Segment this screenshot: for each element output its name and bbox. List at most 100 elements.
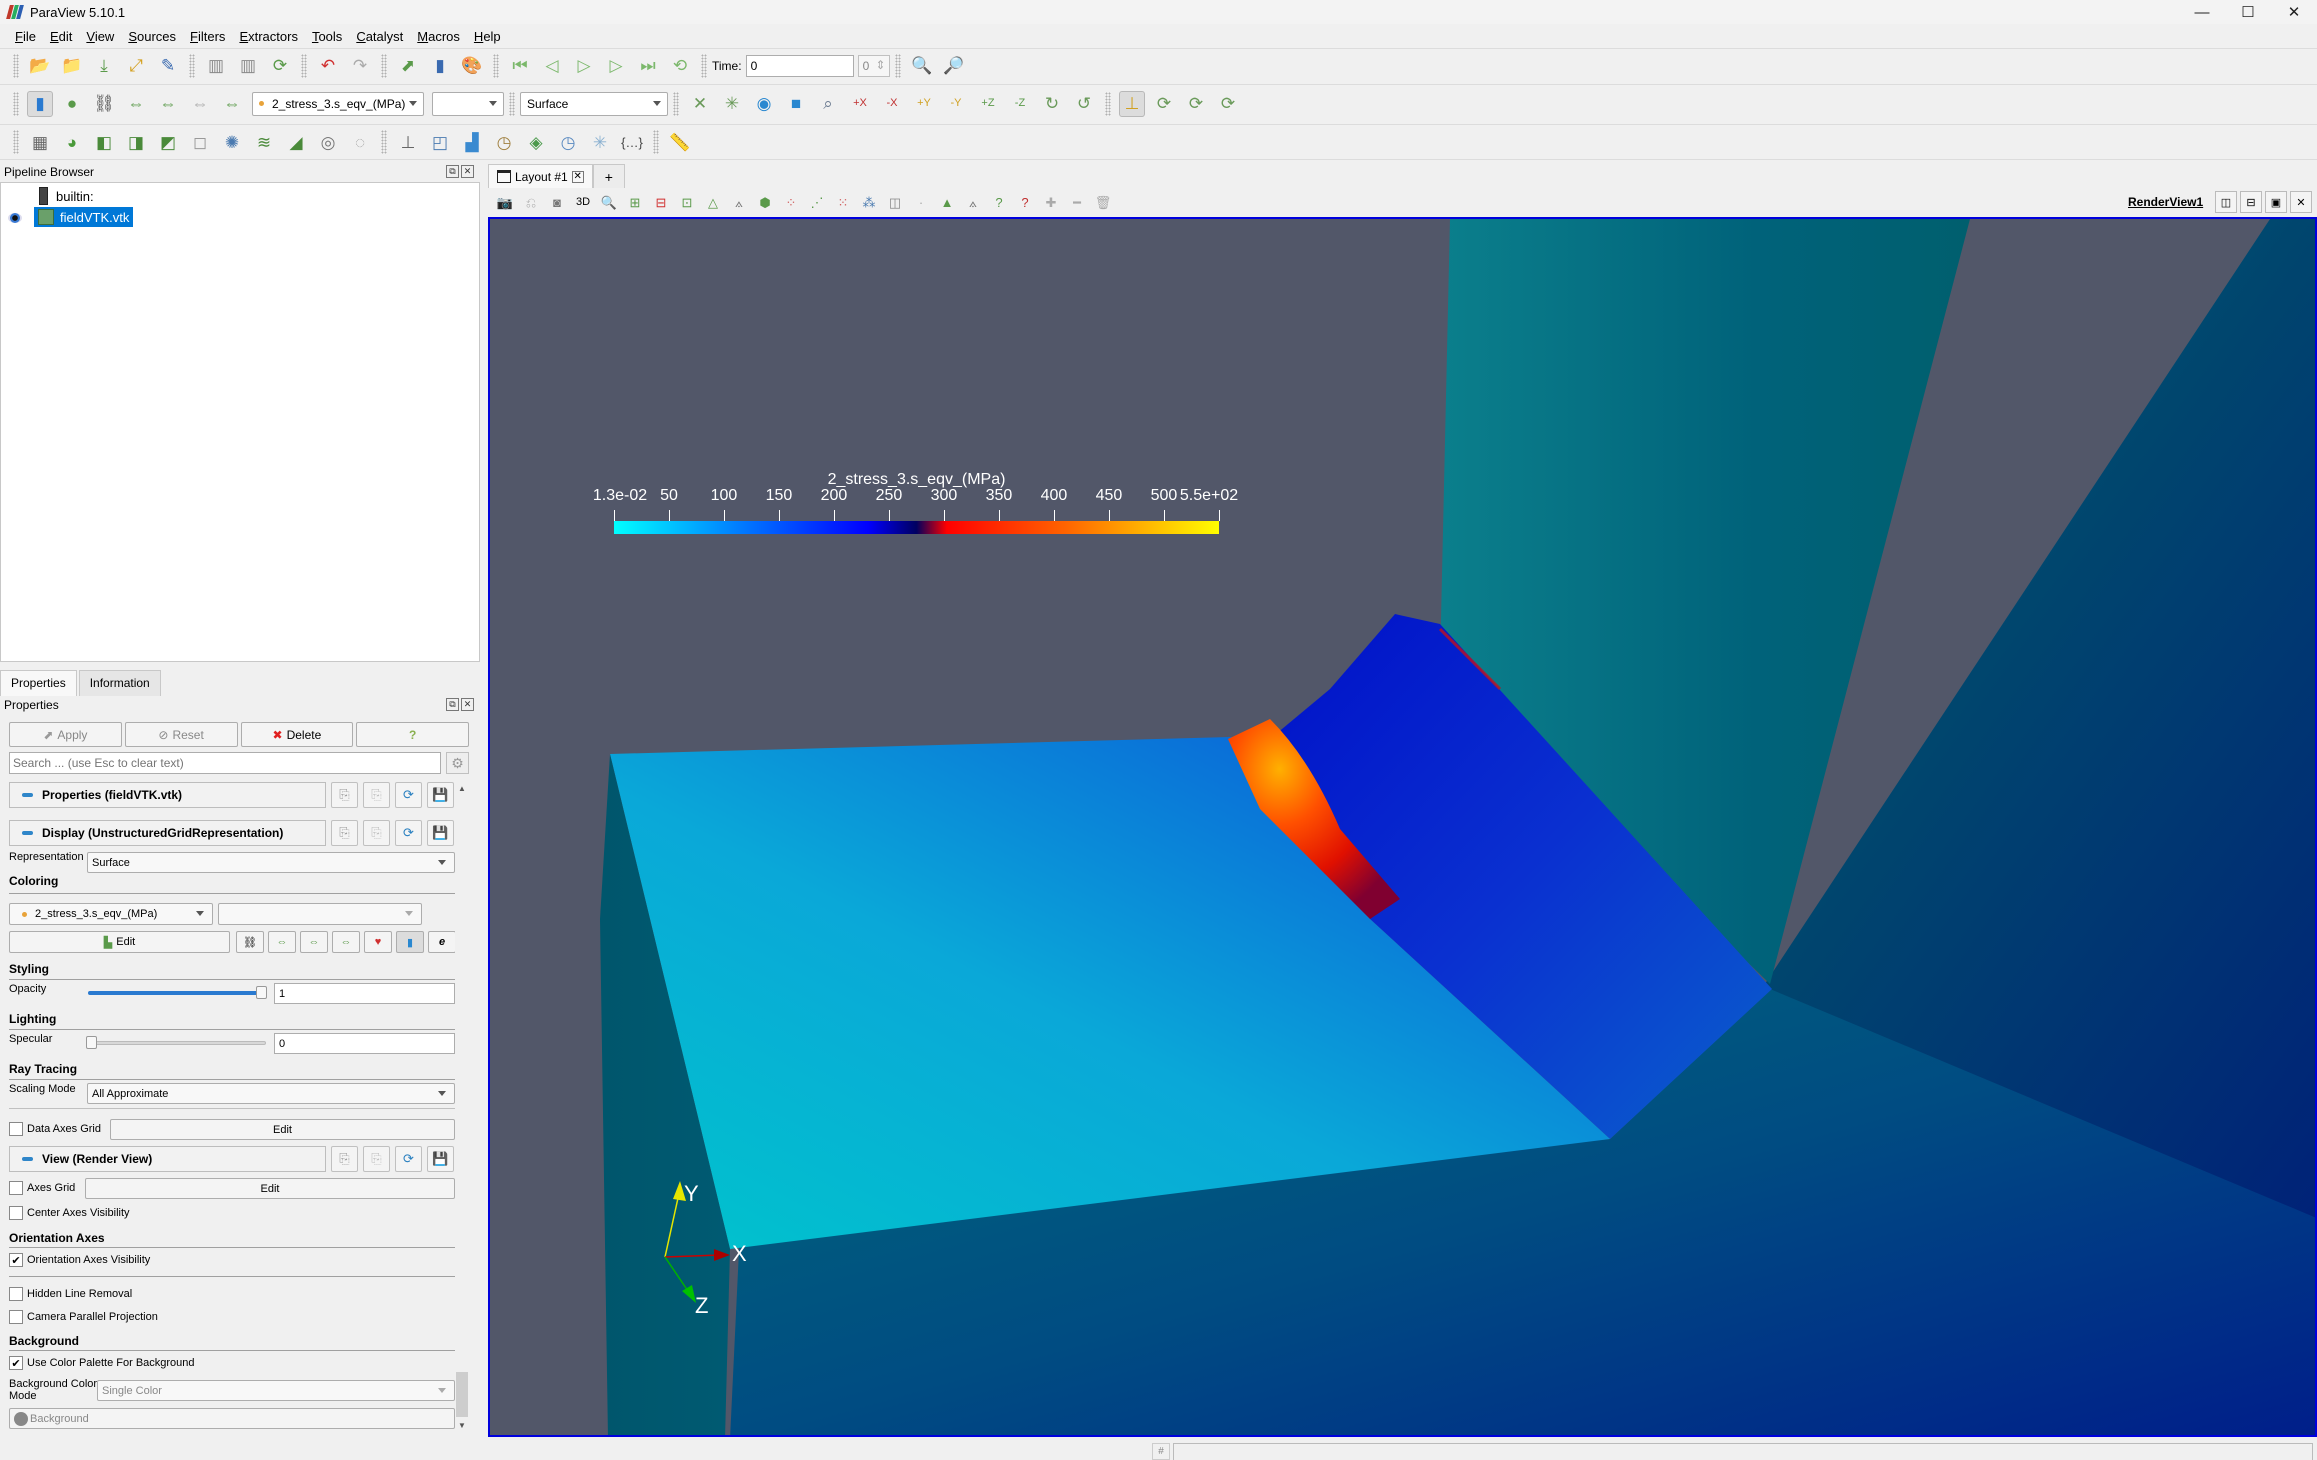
- minimize-button[interactable]: —: [2179, 0, 2225, 24]
- display-section-header[interactable]: Display (UnstructuredGridRepresentation): [9, 820, 326, 846]
- reset-camera-icon[interactable]: ✕: [687, 91, 713, 117]
- zoom-to-box-icon[interactable]: ⌕: [815, 91, 841, 117]
- menu-sources[interactable]: Sources: [121, 29, 183, 44]
- warp-by-vector-icon[interactable]: ◢: [283, 129, 309, 155]
- next-frame-icon[interactable]: ▷: [603, 53, 629, 79]
- parallel-projection-checkbox[interactable]: [9, 1310, 23, 1324]
- open-icon[interactable]: 📂: [27, 53, 53, 79]
- menu-filters[interactable]: Filters: [183, 29, 232, 44]
- split-vertical-icon[interactable]: ⊟: [2240, 191, 2262, 213]
- zoom-closest-icon[interactable]: ■: [783, 91, 809, 117]
- stream-tracer-icon[interactable]: ≋: [251, 129, 277, 155]
- deselect-icon[interactable]: ⊟: [650, 191, 672, 213]
- edit-color-map-icon[interactable]: ●: [59, 91, 85, 117]
- center-axes-checkbox[interactable]: [9, 1206, 23, 1220]
- tooltip-cells-icon[interactable]: ?: [988, 191, 1010, 213]
- view-plus-x-icon[interactable]: +X: [847, 91, 873, 117]
- rescale-custom-range-icon[interactable]: ⇔: [300, 931, 328, 953]
- split-horizontal-icon[interactable]: ◫: [2215, 191, 2237, 213]
- reset-camera-closest-icon[interactable]: ✳: [719, 91, 745, 117]
- color-legend-toggle-icon[interactable]: ▮: [396, 931, 424, 953]
- reset-button[interactable]: ⊘ Reset: [124, 722, 238, 747]
- adjust-camera-icon[interactable]: 🔍: [598, 191, 620, 213]
- data-axes-grid-checkbox[interactable]: [9, 1122, 23, 1136]
- extract-selection-icon[interactable]: ◰: [427, 129, 453, 155]
- disconnect-icon[interactable]: ▥: [235, 53, 261, 79]
- close-tab-icon[interactable]: ✕: [571, 170, 584, 183]
- view-plus-z-icon[interactable]: +Z: [975, 91, 1001, 117]
- eye-visibility-icon[interactable]: [8, 213, 22, 223]
- render-view-name[interactable]: RenderView1: [2128, 195, 2203, 209]
- save-data-icon[interactable]: ⤓: [91, 53, 117, 79]
- properties-section-header[interactable]: Properties (fieldVTK.vtk): [9, 782, 326, 808]
- opacity-slider-handle[interactable]: [256, 986, 267, 999]
- color-array-select[interactable]: 2_stress_3.s_eqv_(MPa): [252, 91, 424, 116]
- view-plus-y-icon[interactable]: +Y: [911, 91, 937, 117]
- axes-grid-checkbox[interactable]: [9, 1181, 23, 1195]
- zoom-to-data-icon[interactable]: 🔍: [909, 53, 935, 79]
- auto-apply-icon[interactable]: ⟳: [267, 53, 293, 79]
- pipeline-item-builtin[interactable]: builtin:: [39, 187, 94, 205]
- float-icon[interactable]: ⧉: [446, 698, 459, 711]
- bg-mode-dropdown[interactable]: Single Color: [97, 1380, 455, 1401]
- specular-slider-handle[interactable]: [86, 1036, 97, 1049]
- python-calculator-icon[interactable]: {…}: [619, 129, 645, 155]
- use-palette-checkbox[interactable]: ✔: [9, 1356, 23, 1370]
- help-button[interactable]: ?: [356, 722, 469, 747]
- toggle-color-legend-icon[interactable]: ▮: [27, 90, 53, 117]
- maximize-view-icon[interactable]: ▣: [2265, 191, 2287, 213]
- rescale-visible-range-icon[interactable]: ⇔: [219, 91, 245, 117]
- capture-image-icon[interactable]: ◙: [546, 191, 568, 213]
- add-selection-icon[interactable]: ✚: [1040, 191, 1062, 213]
- properties-scrollbar[interactable]: ▲ ▼: [455, 782, 469, 1432]
- interactive-select-cells-icon[interactable]: ⁙: [832, 191, 854, 213]
- representation-dropdown[interactable]: Surface: [87, 852, 455, 873]
- orientation-axes-toggle-icon[interactable]: ⊥: [1119, 90, 1145, 117]
- select-polygon-points-icon[interactable]: ⋰: [806, 191, 828, 213]
- tab-layout-1[interactable]: Layout #1 ✕: [488, 164, 593, 188]
- rescale-custom-range-icon[interactable]: ⇔: [155, 91, 181, 117]
- pipeline-item-fieldvtk[interactable]: fieldVTK.vtk: [34, 207, 134, 227]
- find-data-icon[interactable]: ⬈: [395, 53, 421, 79]
- opacity-slider[interactable]: [88, 991, 266, 995]
- extract-subset-icon[interactable]: ◻: [187, 129, 213, 155]
- save-defaults-icon[interactable]: 💾: [427, 1146, 454, 1172]
- menu-extractors[interactable]: Extractors: [232, 29, 305, 44]
- rescale-data-range-icon[interactable]: ⇔: [123, 91, 149, 117]
- plot-global-over-time-icon[interactable]: ◷: [555, 129, 581, 155]
- close-button[interactable]: ✕: [2271, 0, 2317, 24]
- shrink-selection-icon[interactable]: ⟑: [962, 191, 984, 213]
- delete-button[interactable]: ✖ Delete: [240, 722, 354, 747]
- plot-selection-over-time-icon[interactable]: ◈: [523, 129, 549, 155]
- menu-help[interactable]: Help: [467, 29, 508, 44]
- annotations-icon[interactable]: e: [428, 931, 456, 953]
- copy-icon[interactable]: ⎘: [331, 782, 358, 808]
- rescale-temporal-range-icon[interactable]: ⇔: [332, 931, 360, 953]
- reset-camera-closest-icon[interactable]: ⤢: [123, 53, 149, 79]
- first-frame-icon[interactable]: ⏮: [507, 53, 533, 79]
- copy-icon[interactable]: ⎘: [331, 820, 358, 846]
- edit-colormap-button[interactable]: ▙ Edit: [9, 931, 230, 953]
- save-defaults-icon[interactable]: 💾: [427, 820, 454, 846]
- separate-colormap-icon[interactable]: ⛓: [236, 931, 264, 953]
- float-icon[interactable]: ⧉: [446, 165, 459, 178]
- grow-selection-icon[interactable]: ▲: [936, 191, 958, 213]
- pick-center-icon[interactable]: ⟳: [1215, 91, 1241, 117]
- render-view[interactable]: 2_stress_3.s_eqv_(MPa) 1.3e-02 50 100 150 20…: [488, 217, 2317, 1437]
- interactive-select-points-icon[interactable]: ⁂: [858, 191, 880, 213]
- calculator-icon[interactable]: ▦: [27, 129, 53, 155]
- properties-search-input[interactable]: [9, 752, 441, 774]
- load-state-icon[interactable]: 📁: [59, 53, 85, 79]
- redo-icon[interactable]: ↷: [347, 53, 373, 79]
- rotate-minus-90-icon[interactable]: ↺: [1071, 91, 1097, 117]
- view-section-header[interactable]: View (Render View): [9, 1146, 326, 1172]
- zoom-to-data-icon[interactable]: ◉: [751, 91, 777, 117]
- save-defaults-icon[interactable]: 💾: [427, 782, 454, 808]
- subtract-selection-icon[interactable]: ━: [1066, 191, 1088, 213]
- view-minus-x-icon[interactable]: -X: [879, 91, 905, 117]
- scrollbar-thumb[interactable]: [456, 1372, 468, 1417]
- view-minus-z-icon[interactable]: -Z: [1007, 91, 1033, 117]
- menu-edit[interactable]: Edit: [43, 29, 79, 44]
- rotate-plus-90-icon[interactable]: ↻: [1039, 91, 1065, 117]
- copy-icon[interactable]: ⎘: [331, 1146, 358, 1172]
